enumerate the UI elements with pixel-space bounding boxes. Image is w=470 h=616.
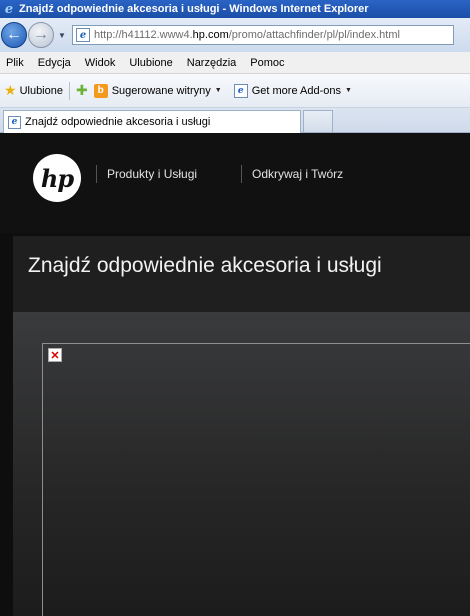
recent-pages-dropdown[interactable]: ▼ [56, 31, 68, 40]
page-icon: e [76, 28, 90, 42]
hp-logo[interactable]: hp [33, 154, 81, 202]
page-title: Znajdź odpowiednie akcesoria i usługi [28, 254, 382, 277]
menu-view[interactable]: Widok [78, 57, 123, 69]
internet-explorer-icon: e [4, 1, 14, 17]
addons-page-icon: e [233, 83, 248, 98]
window-title: Znajdź odpowiednie akcesoria i usługi - … [19, 3, 369, 15]
back-button[interactable]: ← [1, 22, 27, 48]
new-tab-button[interactable] [303, 110, 333, 132]
forward-button[interactable]: → [28, 22, 54, 48]
chevron-down-icon: ▼ [345, 87, 352, 94]
menu-edit[interactable]: Edycja [31, 57, 78, 69]
favorites-button[interactable]: ★ Ulubione [0, 82, 63, 99]
url-text: http://h41112.www4.hp.com/promo/attachfi… [94, 29, 400, 41]
suggested-sites-icon: b [93, 83, 108, 98]
favorites-bar: ★ Ulubione ✚ b Sugerowane witryny ▼ e Ge… [0, 74, 470, 108]
suggested-sites-button[interactable]: b Sugerowane witryny ▼ [93, 83, 222, 98]
add-to-favorites-icon[interactable]: ✚ [76, 82, 88, 99]
broken-image-frame: ✕ [42, 343, 470, 616]
site-header: hp Produkty i Usługi Odkrywaj i Twórz [0, 133, 470, 233]
menu-bar: Plik Edycja Widok Ulubione Narzędzia Pom… [0, 52, 470, 74]
menu-tools[interactable]: Narzędzia [180, 57, 244, 69]
page-heading-band: Znajdź odpowiednie akcesoria i usługi [13, 236, 470, 312]
tab-title: Znajdź odpowiednie akcesoria i usługi [25, 116, 211, 128]
nav-label: Produkty i Usługi [96, 165, 197, 183]
tab-active[interactable]: e Znajdź odpowiednie akcesoria i usługi [3, 110, 301, 133]
window-title-bar: e Znajdź odpowiednie akcesoria i usługi … [0, 0, 470, 18]
menu-favorites[interactable]: Ulubione [122, 57, 179, 69]
tab-page-icon: e [8, 115, 21, 129]
address-input[interactable]: e http://h41112.www4.hp.com/promo/attach… [72, 25, 454, 45]
menu-help[interactable]: Pomoc [243, 57, 291, 69]
url-prefix: http://h41112.www4. [94, 29, 193, 41]
get-addons-label: Get more Add-ons [251, 84, 341, 97]
menu-file[interactable]: Plik [0, 57, 31, 69]
logo-text: hp [40, 163, 74, 193]
chevron-down-icon: ▼ [58, 30, 66, 40]
get-addons-button[interactable]: e Get more Add-ons ▼ [233, 83, 352, 98]
star-icon: ★ [4, 82, 17, 98]
nav-label: Odkrywaj i Twórz [241, 165, 343, 183]
tab-bar: e Znajdź odpowiednie akcesoria i usługi [0, 108, 470, 133]
content-area: ✕ [13, 312, 470, 616]
web-page: hp Produkty i Usługi Odkrywaj i Twórz Zn… [0, 133, 470, 616]
favorites-label: Ulubione [19, 84, 63, 97]
navigation-bar: ← → ▼ e http://h41112.www4.hp.com/promo/… [0, 18, 470, 52]
toolbar-divider [68, 81, 70, 100]
forward-arrow-icon: → [33, 26, 49, 43]
url-suffix: /promo/attachfinder/pl/pl/index.html [228, 29, 400, 41]
back-arrow-icon: ← [6, 26, 22, 43]
url-domain: hp.com [192, 29, 229, 41]
suggested-sites-label: Sugerowane witryny [111, 84, 211, 97]
nav-products-services[interactable]: Produkty i Usługi [96, 165, 197, 183]
broken-image-icon: ✕ [48, 348, 62, 362]
chevron-down-icon: ▼ [214, 87, 222, 94]
nav-explore-create[interactable]: Odkrywaj i Twórz [241, 165, 343, 183]
